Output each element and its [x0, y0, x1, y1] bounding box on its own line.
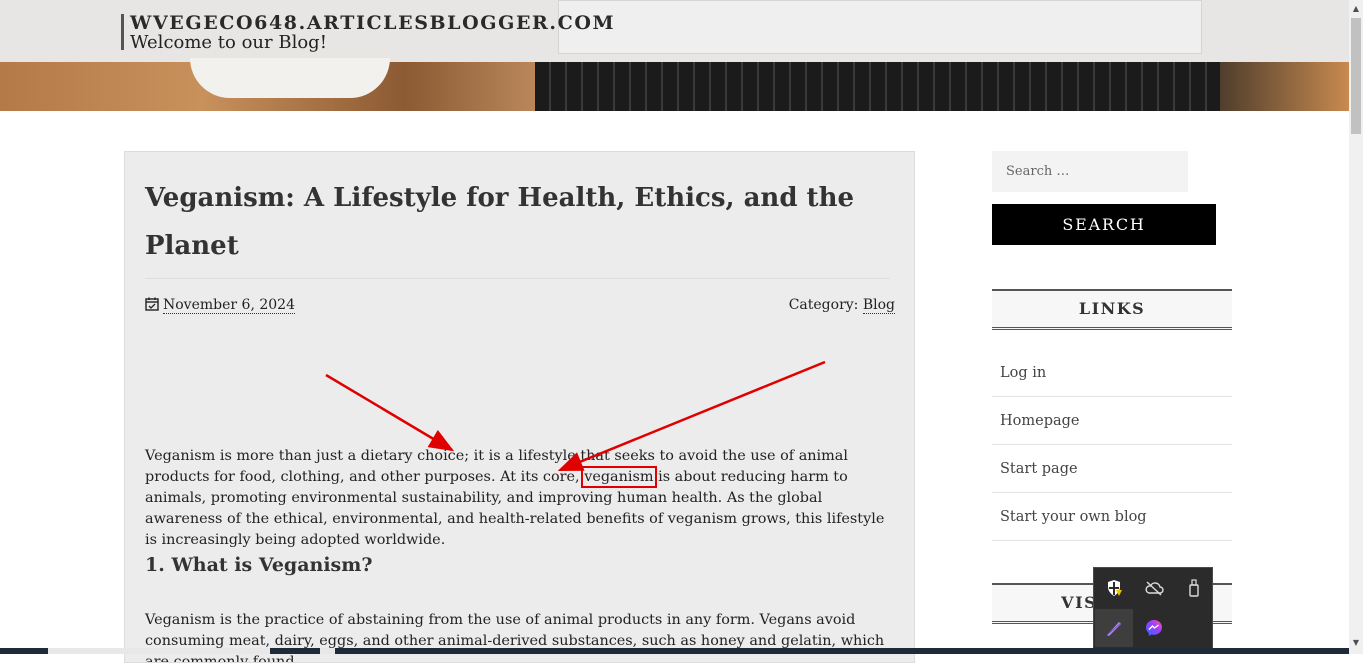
header-banner-coffee-cup: [190, 58, 390, 98]
system-tray-popup: [1093, 567, 1213, 654]
article-category: Category: Blog: [788, 297, 895, 314]
links-list: Log in Homepage Start page Start your ow…: [992, 350, 1232, 541]
section-heading: 1. What is Veganism?: [145, 554, 373, 576]
article-meta: November 6, 2024 Category: Blog: [145, 297, 895, 315]
links-widget-title: LINKS: [992, 289, 1232, 330]
highlighted-keyword-veganism[interactable]: veganism: [581, 466, 657, 488]
onedrive-offline-icon[interactable]: [1135, 569, 1173, 607]
title-divider: [145, 278, 890, 279]
scroll-down-arrow-icon[interactable]: ▼: [1349, 634, 1363, 650]
article-title: Veganism: A Lifestyle for Health, Ethics…: [145, 183, 855, 261]
site-title[interactable]: WVEGECO648.ARTICLESBLOGGER.COM: [130, 14, 615, 33]
taskbar-strip: [0, 648, 1349, 654]
header-banner: WVEGECO648.ARTICLESBLOGGER.COM Welcome t…: [0, 0, 1349, 111]
search-input[interactable]: [992, 151, 1188, 192]
category-link[interactable]: Blog: [862, 297, 895, 314]
calendar-icon: [145, 297, 159, 315]
link-start-page[interactable]: Start page: [992, 445, 1232, 493]
site-tagline: Welcome to our Blog!: [130, 32, 327, 53]
link-log-in[interactable]: Log in: [992, 350, 1232, 397]
usb-drive-icon[interactable]: [1175, 569, 1213, 607]
windows-security-icon[interactable]: [1095, 569, 1133, 607]
section-paragraph: Veganism is the practice of abstaining f…: [145, 612, 885, 663]
article-date[interactable]: November 6, 2024: [163, 297, 295, 314]
category-label: Category:: [788, 297, 859, 313]
taskbar-segment: [48, 648, 270, 654]
search-button[interactable]: SEARCH: [992, 204, 1216, 245]
link-homepage[interactable]: Homepage: [992, 397, 1232, 445]
scrollbar-thumb[interactable]: [1351, 18, 1361, 134]
scroll-up-arrow-icon[interactable]: ▲: [1349, 0, 1363, 16]
article-intro: Veganism is more than just a dietary cho…: [145, 446, 885, 577]
article-card: Veganism: A Lifestyle for Health, Ethics…: [124, 151, 915, 663]
taskbar-segment: [320, 648, 335, 654]
site-branding: WVEGECO648.ARTICLESBLOGGER.COM Welcome t…: [121, 14, 615, 53]
link-start-own-blog[interactable]: Start your own blog: [992, 493, 1232, 541]
intro-paragraph: Veganism is more than just a dietary cho…: [145, 446, 885, 551]
pen-icon[interactable]: [1095, 609, 1133, 647]
messenger-icon[interactable]: [1135, 609, 1173, 647]
header-banner-keyboard: [535, 62, 1220, 111]
header-banner-laptop-screen: [558, 0, 1202, 54]
